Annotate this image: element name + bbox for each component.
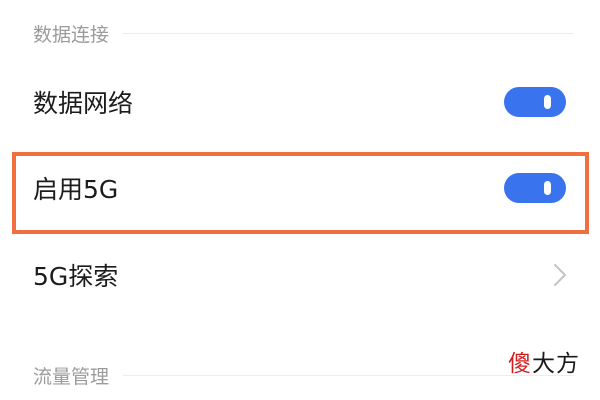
row-mobile-data[interactable]: 数据网络 — [0, 62, 600, 142]
section-divider — [123, 375, 573, 376]
watermark: 傻大方 — [508, 344, 580, 378]
watermark-accent-char: 傻 — [508, 351, 532, 377]
enable-5g-toggle[interactable] — [504, 173, 566, 203]
toggle-knob — [544, 95, 551, 109]
section-header-traffic-management: 流量管理 — [33, 362, 573, 389]
row-label-enable-5g: 启用5G — [33, 175, 119, 204]
section-title-traffic-management: 流量管理 — [33, 366, 110, 388]
watermark-text: 大方 — [532, 351, 580, 377]
chevron-right-icon — [554, 264, 566, 286]
row-label-explore-5g: 5G探索 — [33, 262, 119, 291]
row-label-mobile-data: 数据网络 — [33, 89, 134, 118]
toggle-knob — [544, 181, 551, 195]
section-title-data-connection: 数据连接 — [33, 24, 110, 46]
row-explore-5g[interactable]: 5G探索 — [0, 235, 600, 315]
section-divider — [123, 33, 573, 34]
mobile-data-toggle[interactable] — [504, 87, 566, 117]
section-header-data-connection: 数据连接 — [33, 20, 573, 47]
row-enable-5g[interactable]: 启用5G — [0, 148, 600, 228]
